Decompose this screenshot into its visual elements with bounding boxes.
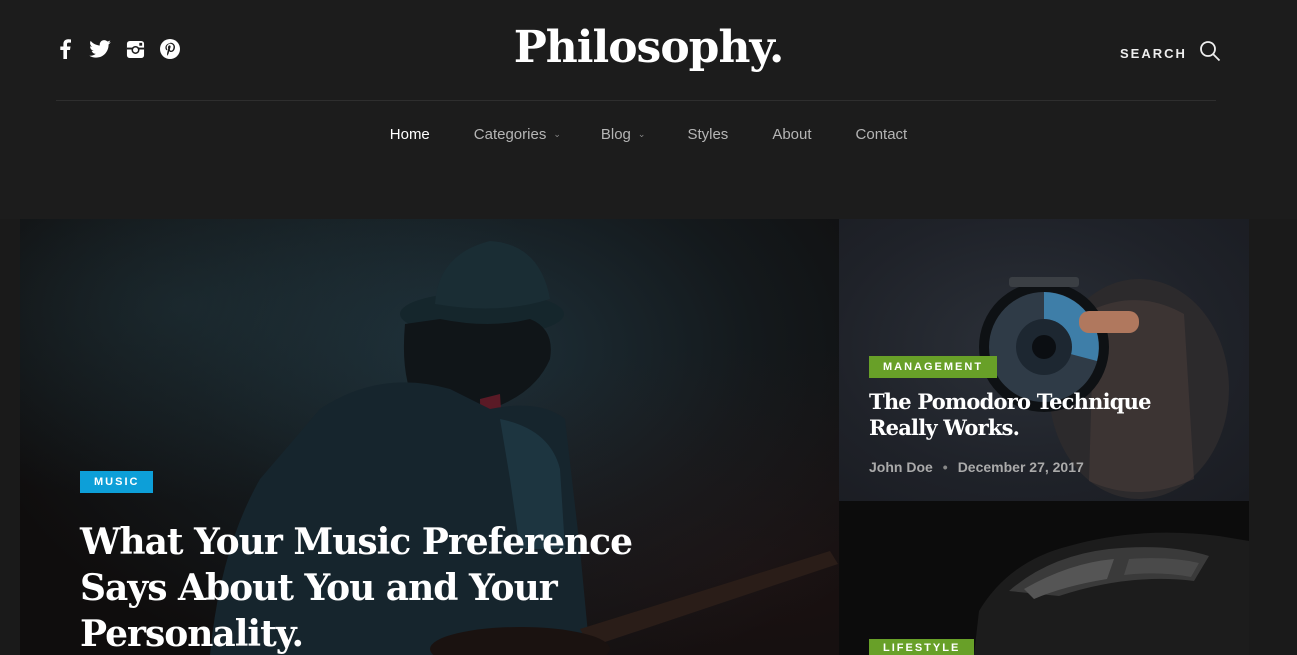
post-date: December 27, 2017 [957,459,1084,475]
category-tag-music[interactable]: MUSIC [80,471,154,493]
featured-post[interactable]: MUSIC What Your Music Preference Says Ab… [20,219,839,655]
chevron-down-icon: ⌄ [553,129,561,139]
post-image-car [974,532,1249,655]
meta-separator: • [942,459,948,475]
search-icon [1199,40,1221,67]
category-tag-management[interactable]: MANAGEMENT [869,356,998,378]
nav-item-about[interactable]: About [772,126,811,143]
nav-item-label: Styles [687,126,729,143]
site-header: Philosophy. SEARCH Home Categories ⌄ Blo… [0,0,1297,219]
nav-item-contact[interactable]: Contact [856,126,908,143]
chevron-down-icon: ⌄ [637,129,646,139]
nav-item-label: Blog [600,126,631,143]
site-logo[interactable]: Philosophy. [0,22,1297,73]
side-post-card[interactable]: LIFESTYLE [839,501,1249,655]
nav-item-blog[interactable]: Blog ⌄ [601,126,646,143]
post-author[interactable]: John Doe [869,459,933,475]
category-tag-lifestyle[interactable]: LIFESTYLE [869,639,975,655]
nav-item-label: Contact [855,126,908,143]
featured-post-title[interactable]: What Your Music Preference Says About Yo… [80,519,680,655]
search-label: SEARCH [1120,46,1187,61]
nav-item-categories[interactable]: Categories ⌄ [474,126,561,143]
search-button[interactable]: SEARCH [1120,40,1221,67]
main-nav: Home Categories ⌄ Blog ⌄ Styles About Co… [0,126,1297,143]
side-post-title[interactable]: The Pomodoro Technique Really Works. [869,389,1219,441]
nav-item-label: About [772,126,812,143]
nav-item-label: Categories [473,126,547,143]
header-divider [56,100,1216,101]
post-meta: John Doe • December 27, 2017 [869,459,1084,475]
nav-item-styles[interactable]: Styles [687,126,728,143]
nav-item-label: Home [389,126,430,143]
nav-item-home[interactable]: Home [390,126,430,143]
side-post-card[interactable]: MANAGEMENT The Pomodoro Technique Really… [839,219,1249,501]
